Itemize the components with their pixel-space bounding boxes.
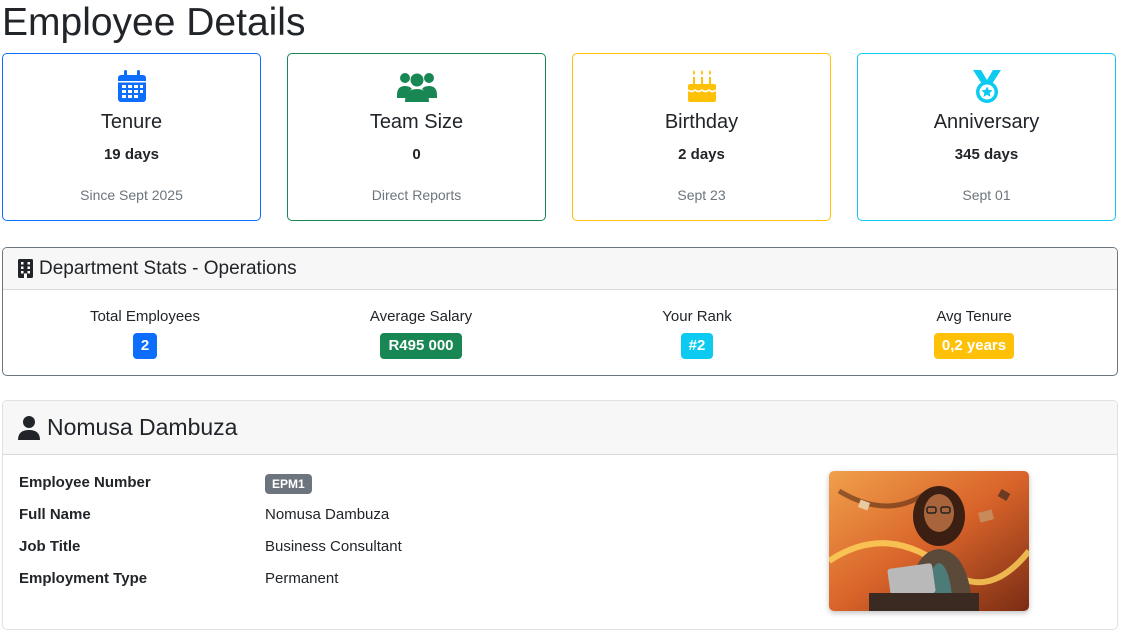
birthday-value: 2 days [678, 146, 725, 163]
tenure-title: Tenure [100, 111, 163, 133]
your-rank-stat: Your Rank #2 [597, 308, 797, 359]
birthday-cake-icon [573, 69, 830, 105]
total-employees-label: Total Employees [89, 308, 201, 325]
total-employees-badge: 2 [132, 333, 158, 359]
employment-type-label: Employment Type [19, 570, 148, 587]
users-icon [288, 69, 545, 105]
tenure-value: 19 days [103, 146, 160, 163]
team-size-card: Team Size 0 Direct Reports [287, 53, 546, 221]
full-name-value: Nomusa Dambuza [265, 506, 390, 523]
your-rank-badge: #2 [680, 333, 714, 359]
employment-type-value: Permanent [265, 570, 339, 587]
employee-photo [829, 471, 1029, 611]
department-stats-header: Department Stats - Operations [3, 248, 1117, 290]
average-salary-label: Average Salary [369, 308, 473, 325]
anniversary-title: Anniversary [933, 111, 1040, 133]
calendar-icon [3, 69, 260, 105]
birthday-title: Birthday [664, 111, 739, 133]
department-stats-title: Department Stats - Operations [39, 257, 297, 279]
department-stats-body: Total Employees 2 Average Salary R495 00… [3, 290, 1117, 375]
employee-number-badge: EPM1 [265, 474, 312, 494]
employee-info-header: Nomusa Dambuza [3, 401, 1117, 455]
birthday-card: Birthday 2 days Sept 23 [572, 53, 831, 221]
team-size-title: Team Size [369, 111, 464, 133]
average-salary-stat: Average Salary R495 000 [321, 308, 521, 359]
average-salary-badge: R495 000 [380, 333, 462, 359]
team-size-subtitle: Direct Reports [371, 187, 462, 203]
job-title-label: Job Title [19, 538, 81, 555]
team-size-value: 0 [412, 146, 421, 163]
user-icon [18, 415, 40, 440]
tenure-subtitle: Since Sept 2025 [80, 187, 183, 203]
full-name-label: Full Name [19, 506, 91, 523]
anniversary-subtitle: Sept 01 [962, 187, 1011, 203]
job-title-value: Business Consultant [265, 538, 402, 555]
anniversary-card: Anniversary 345 days Sept 01 [857, 53, 1116, 221]
page-title: Employee Details [2, 1, 306, 44]
department-stats-panel: Department Stats - Operations Total Empl… [2, 247, 1118, 376]
your-rank-label: Your Rank [662, 308, 732, 325]
avg-tenure-badge: 0,2 years [933, 333, 1015, 359]
employee-info-panel: Nomusa Dambuza Employee Number EPM1 Full… [2, 400, 1118, 630]
total-employees-stat: Total Employees 2 [45, 308, 245, 359]
employee-number-label: Employee Number [19, 474, 151, 491]
anniversary-value: 345 days [954, 146, 1019, 163]
avg-tenure-label: Avg Tenure [936, 308, 1012, 325]
birthday-subtitle: Sept 23 [677, 187, 726, 203]
medal-icon [858, 69, 1115, 105]
building-icon [18, 259, 33, 278]
employee-name-heading: Nomusa Dambuza [47, 414, 238, 440]
tenure-card: Tenure 19 days Since Sept 2025 [2, 53, 261, 221]
avg-tenure-stat: Avg Tenure 0,2 years [874, 308, 1074, 359]
